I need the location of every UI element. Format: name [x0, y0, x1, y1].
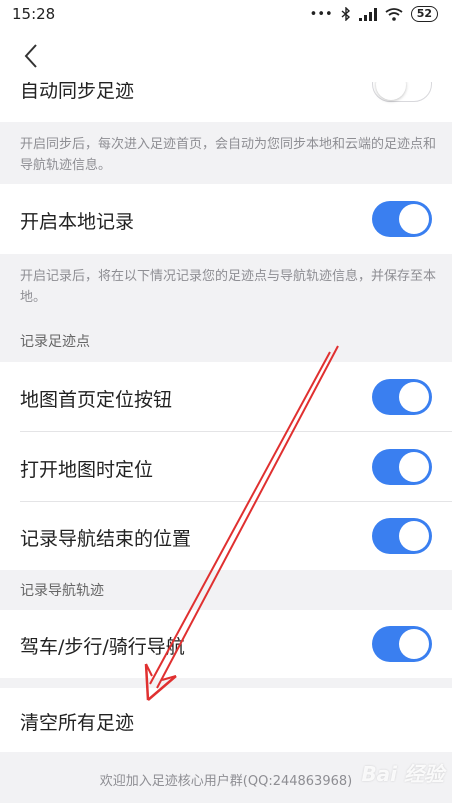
toggle-knob [376, 82, 406, 100]
map-home-locate-label: 地图首页定位按钮 [20, 389, 173, 411]
toggle-knob [399, 382, 429, 412]
auto-sync-note: 开启同步后，每次进入足迹首页，会自动为您同步本地和云端的足迹点和导航轨迹信息。 [20, 137, 437, 173]
list-item[interactable]: 驾车/步行/骑行导航 [0, 610, 452, 678]
watermark-logo: Bai 经验 [361, 762, 444, 786]
clear-all-label: 清空所有足迹 [20, 712, 135, 734]
status-icons: ••• 52 [310, 6, 438, 22]
list-item[interactable]: 打开地图时定位 [0, 432, 452, 502]
nav-bar [0, 28, 452, 82]
auto-sync-label: 自动同步足迹 [20, 82, 135, 102]
status-time: 15:28 [12, 5, 56, 23]
toggle-knob [399, 452, 429, 482]
more-dots-icon: ••• [309, 6, 333, 22]
track-section-title: 记录导航轨迹 [20, 583, 104, 599]
signal-icon [358, 7, 377, 21]
open-map-locate-toggle[interactable] [372, 449, 432, 485]
drive-walk-ride-nav-label: 驾车/步行/骑行导航 [20, 636, 185, 658]
local-record-row[interactable]: 开启本地记录 [0, 184, 452, 254]
local-record-toggle[interactable] [372, 201, 432, 237]
map-home-locate-toggle[interactable] [372, 379, 432, 415]
clear-all-footprints-button[interactable]: 清空所有足迹 [0, 688, 452, 752]
wifi-icon [385, 7, 403, 21]
drive-walk-ride-nav-toggle[interactable] [372, 626, 432, 662]
toggle-knob [399, 629, 429, 659]
local-record-note: 开启记录后，将在以下情况记录您的足迹点与导航轨迹信息，并保存至本地。 [20, 269, 437, 305]
footprint-section-title: 记录足迹点 [20, 334, 90, 350]
auto-sync-row[interactable]: 自动同步足迹 [0, 82, 452, 122]
chevron-left-icon[interactable] [18, 42, 46, 70]
bluetooth-icon [341, 7, 350, 21]
auto-sync-toggle[interactable] [372, 82, 432, 102]
toggle-knob [399, 521, 429, 551]
nav-end-position-label: 记录导航结束的位置 [20, 528, 192, 550]
status-bar: 15:28 ••• 52 [0, 0, 452, 28]
list-item[interactable]: 记录导航结束的位置 [0, 502, 452, 570]
local-record-label: 开启本地记录 [20, 211, 135, 233]
toggle-knob [399, 204, 429, 234]
open-map-locate-label: 打开地图时定位 [20, 459, 154, 481]
battery-indicator: 52 [410, 6, 438, 22]
list-item[interactable]: 地图首页定位按钮 [0, 362, 452, 432]
nav-end-position-toggle[interactable] [372, 518, 432, 554]
